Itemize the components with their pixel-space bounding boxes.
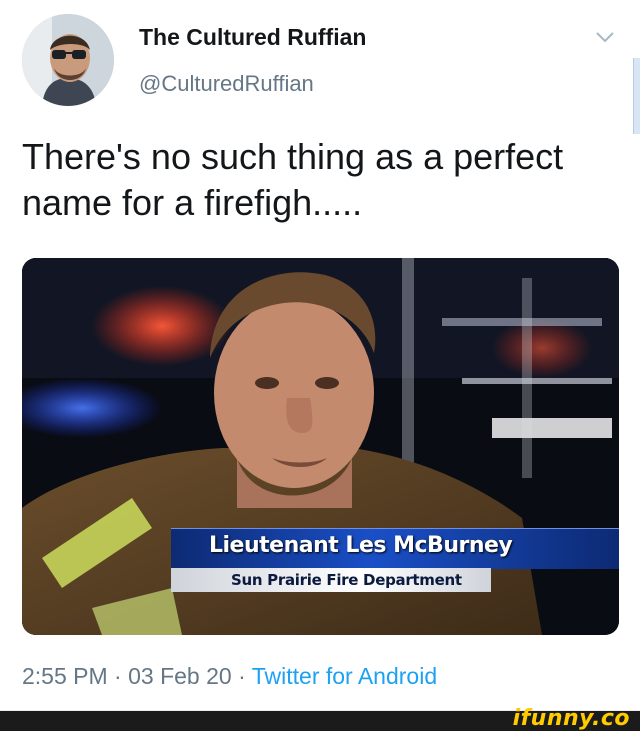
chevron-down-icon[interactable]: [594, 27, 616, 47]
tweet-date[interactable]: 03 Feb 20: [128, 663, 232, 689]
ifunny-watermark-logo: ifunny.co: [512, 706, 630, 731]
caption-department: Sun Prairie Fire Department: [231, 571, 462, 589]
user-handle[interactable]: @CulturedRuffian: [139, 71, 314, 97]
tweet-media-image[interactable]: Lieutenant Les McBurney Sun Prairie Fire…: [22, 258, 619, 635]
tweet-text: There's no such thing as a perfect name …: [22, 136, 564, 223]
display-name[interactable]: The Cultured Ruffian: [139, 24, 366, 51]
news-lower-third: Lieutenant Les McBurney Sun Prairie Fire…: [171, 528, 619, 592]
avatar-photo: [22, 14, 114, 106]
avatar[interactable]: [22, 14, 114, 106]
scrollbar[interactable]: [633, 58, 640, 134]
meta-separator: ·: [238, 663, 246, 689]
caption-name: Lieutenant Les McBurney: [209, 533, 513, 558]
tweet-time[interactable]: 2:55 PM: [22, 663, 108, 689]
tweet-meta: 2:55 PM · 03 Feb 20 · Twitter for Androi…: [22, 663, 437, 690]
tweet-source-link[interactable]: Twitter for Android: [252, 663, 437, 689]
meta-separator: ·: [114, 663, 122, 689]
